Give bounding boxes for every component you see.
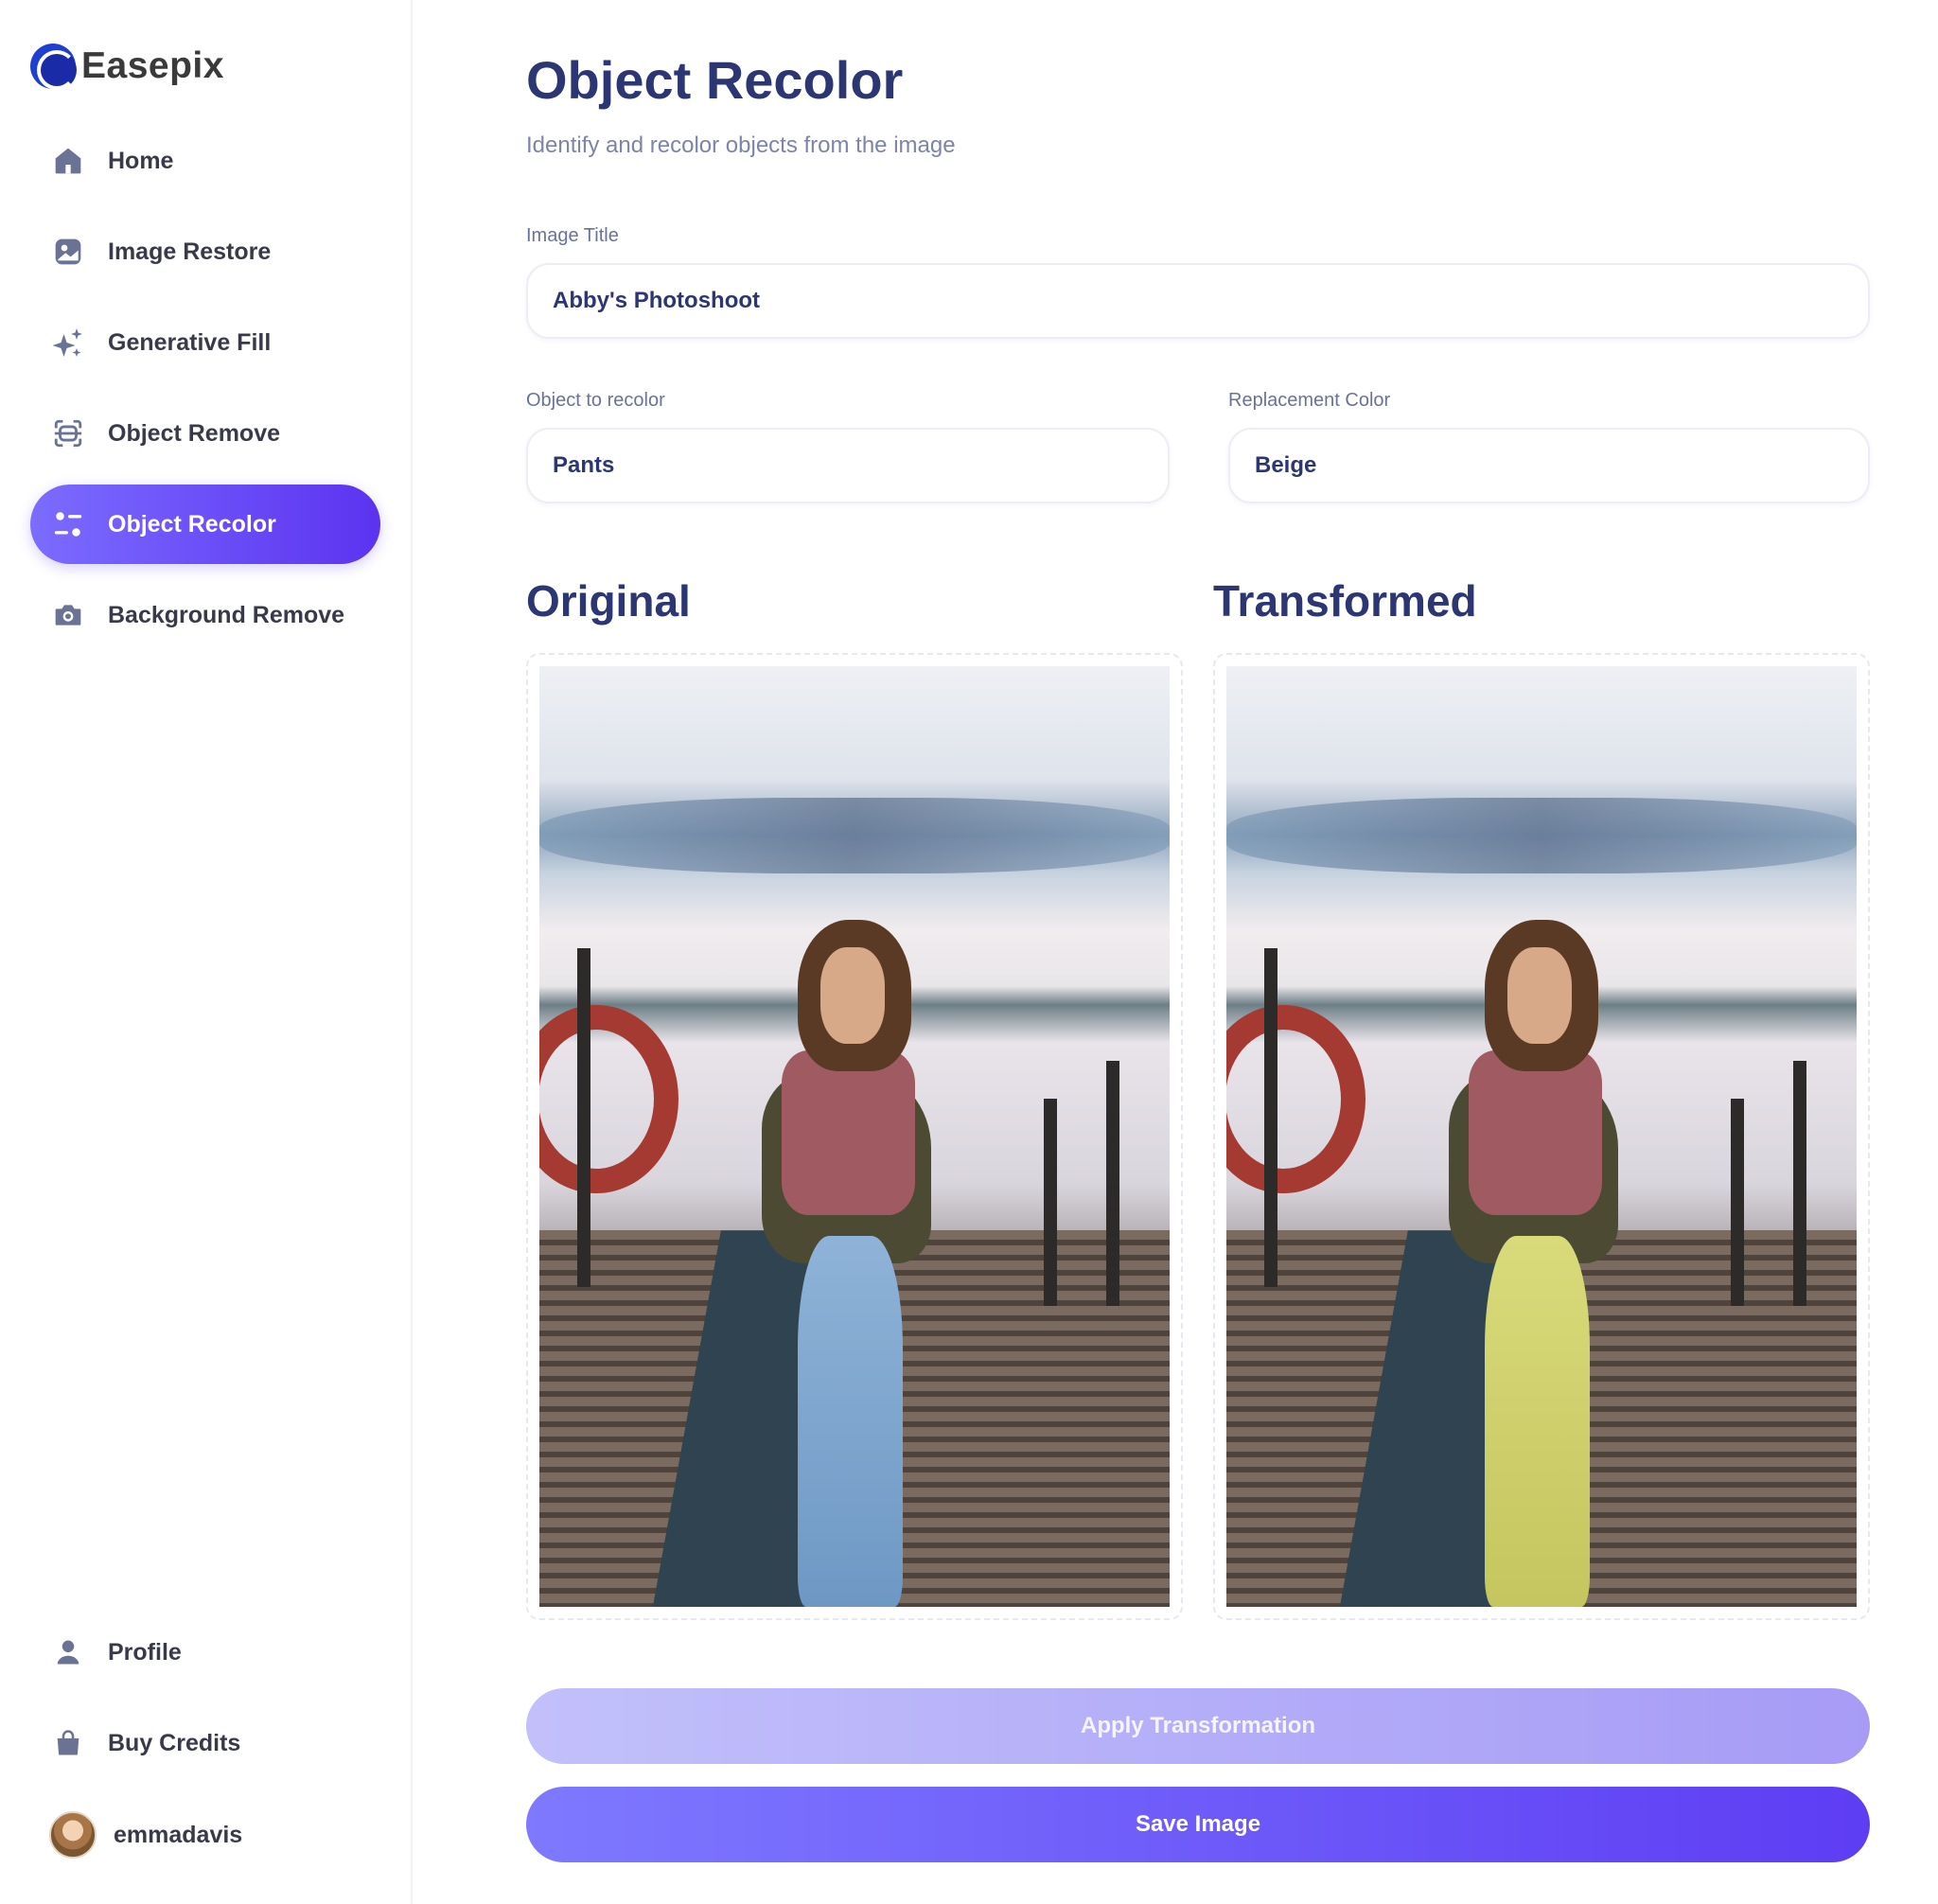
avatar[interactable] — [49, 1811, 97, 1859]
sidebar-item-label: Image Restore — [108, 238, 272, 265]
sidebar-item-label: Profile — [108, 1638, 182, 1666]
scan-icon — [51, 416, 85, 450]
home-icon — [51, 144, 85, 178]
object-field[interactable] — [526, 428, 1170, 503]
camera-icon — [51, 598, 85, 632]
transformed-heading: Transformed — [1213, 576, 1477, 626]
filter-icon — [51, 507, 85, 541]
transformed-image — [1226, 666, 1857, 1607]
color-input[interactable] — [1255, 452, 1868, 479]
object-label: Object to recolor — [526, 390, 665, 411]
object-input[interactable] — [553, 452, 1168, 479]
logo-icon — [30, 44, 77, 90]
sidebar-item-label: Buy Credits — [108, 1729, 241, 1756]
sidebar-item-label: Background Remove — [108, 601, 345, 628]
original-image-box — [526, 653, 1183, 1620]
original-image — [539, 666, 1170, 1607]
color-field[interactable] — [1228, 428, 1870, 503]
sidebar-item-object-remove[interactable]: Object Remove — [30, 394, 380, 473]
sidebar: Easepix Home Image Restore Generative Fi… — [0, 0, 413, 1904]
transformed-image-box — [1213, 653, 1870, 1620]
sidebar-item-label: Object Remove — [108, 419, 281, 447]
bag-icon — [51, 1726, 85, 1760]
app-logo[interactable]: Easepix — [30, 44, 224, 90]
sidebar-item-generative-fill[interactable]: Generative Fill — [30, 303, 380, 382]
user-icon — [51, 1635, 85, 1669]
sidebar-item-label: Generative Fill — [108, 328, 272, 356]
apply-transformation-button[interactable]: Apply Transformation — [526, 1688, 1870, 1764]
save-image-button[interactable]: Save Image — [526, 1787, 1870, 1862]
image-title-input[interactable] — [553, 288, 1868, 314]
sidebar-item-background-remove[interactable]: Background Remove — [30, 575, 380, 655]
sidebar-item-label: Home — [108, 147, 174, 174]
sidebar-item-image-restore[interactable]: Image Restore — [30, 212, 380, 291]
user-profile[interactable]: emmadavis — [49, 1811, 242, 1859]
main-content: Object Recolor Identify and recolor obje… — [526, 0, 1870, 1904]
color-label: Replacement Color — [1228, 390, 1391, 411]
image-title-label: Image Title — [526, 225, 619, 246]
sidebar-item-label: Object Recolor — [108, 510, 276, 538]
page-title: Object Recolor — [526, 50, 904, 110]
page-subtitle: Identify and recolor objects from the im… — [526, 132, 956, 158]
image-title-field[interactable] — [526, 263, 1870, 339]
image-icon — [51, 235, 85, 269]
username: emmadavis — [114, 1821, 243, 1848]
sidebar-item-profile[interactable]: Profile — [30, 1613, 380, 1692]
sidebar-item-home[interactable]: Home — [30, 121, 380, 201]
sparkles-icon — [51, 326, 85, 360]
sidebar-item-buy-credits[interactable]: Buy Credits — [30, 1703, 380, 1783]
sidebar-item-object-recolor[interactable]: Object Recolor — [30, 485, 380, 564]
original-heading: Original — [526, 576, 691, 626]
app-name: Easepix — [81, 45, 224, 86]
